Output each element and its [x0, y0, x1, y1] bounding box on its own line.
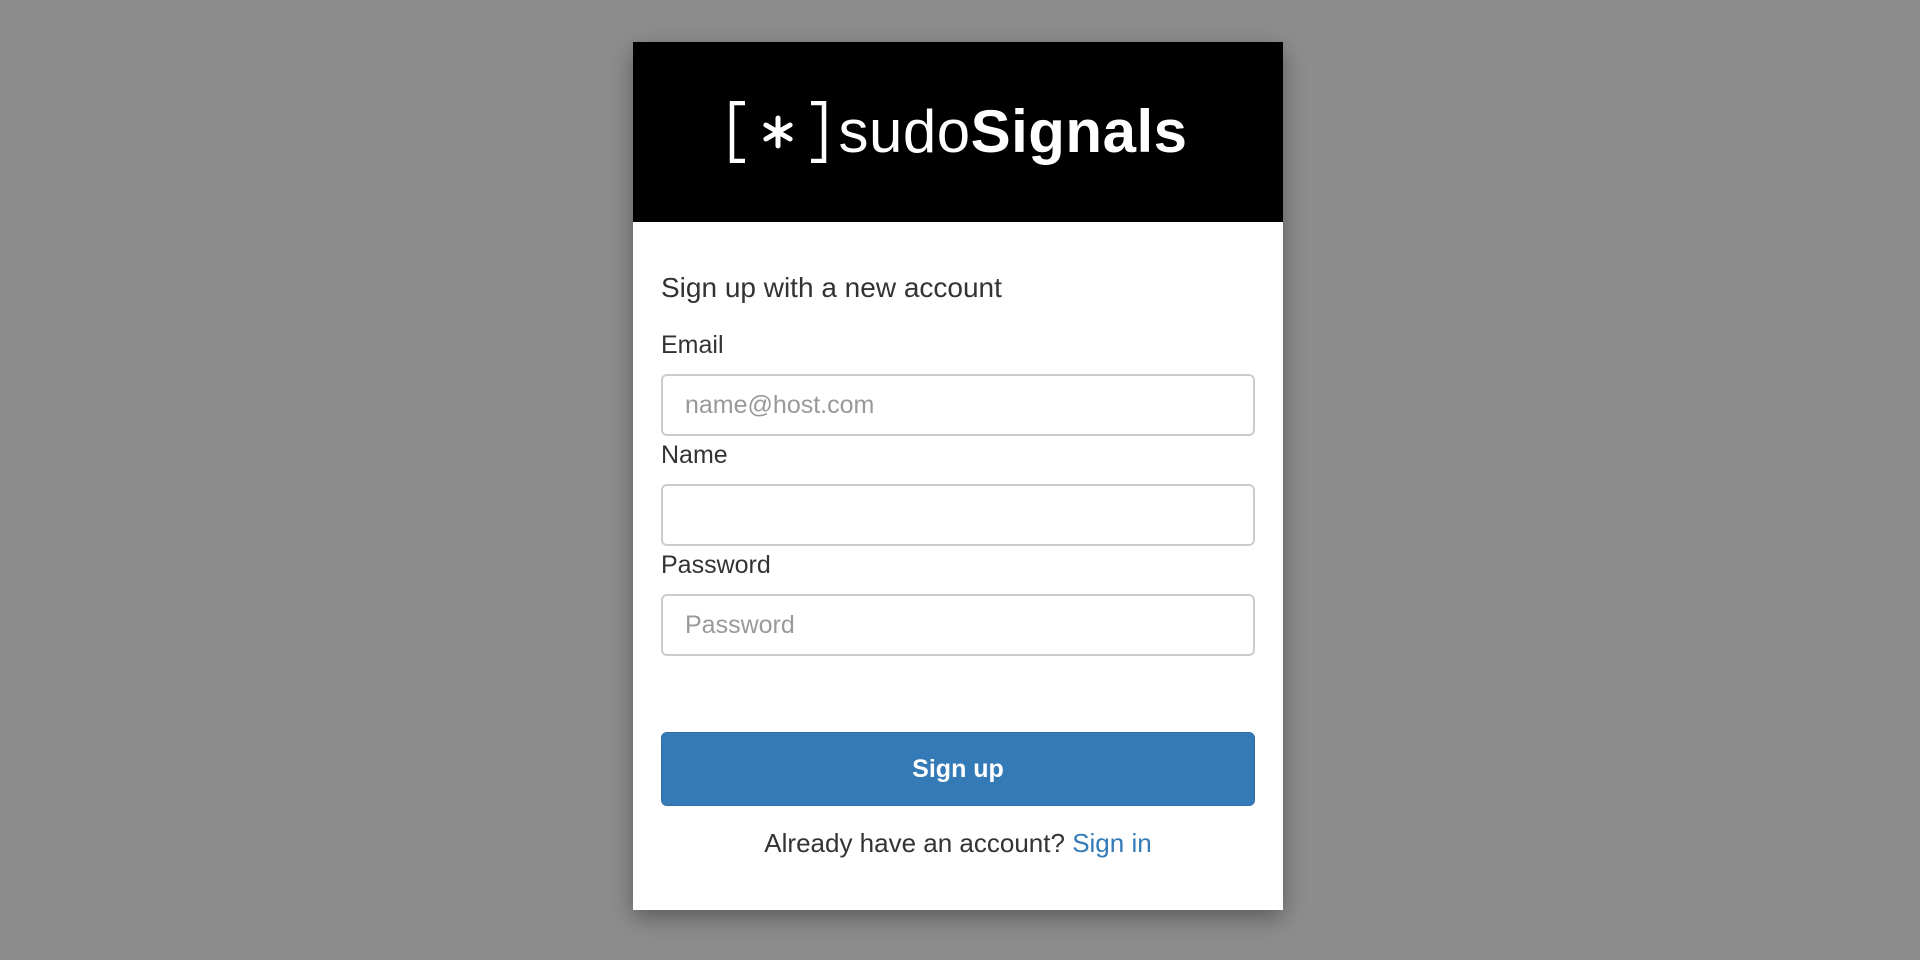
brand-banner: sudoSignals — [633, 42, 1283, 222]
password-label: Password — [661, 551, 771, 579]
signin-row: Already have an account? Sign in — [661, 828, 1255, 859]
signup-form: Sign up with a new account Email Name Pa… — [633, 222, 1283, 859]
name-input[interactable] — [661, 484, 1255, 546]
email-label: Email — [661, 331, 724, 359]
signin-link[interactable]: Sign in — [1072, 828, 1152, 858]
signin-prompt: Already have an account? — [764, 828, 1065, 858]
signup-card: sudoSignals Sign up with a new account E… — [633, 42, 1283, 910]
logo-word-signals: Signals — [970, 98, 1188, 165]
signup-button[interactable]: Sign up — [661, 732, 1255, 806]
logo-word-sudo: sudo — [838, 98, 971, 165]
logo-wordmark: sudoSignals — [838, 102, 1187, 162]
form-heading: Sign up with a new account — [661, 272, 1002, 303]
email-input[interactable] — [661, 374, 1255, 436]
bracketed-asterisk-icon — [728, 101, 828, 163]
name-label: Name — [661, 441, 728, 469]
password-input[interactable] — [661, 594, 1255, 656]
sudosignals-logo: sudoSignals — [728, 97, 1187, 167]
